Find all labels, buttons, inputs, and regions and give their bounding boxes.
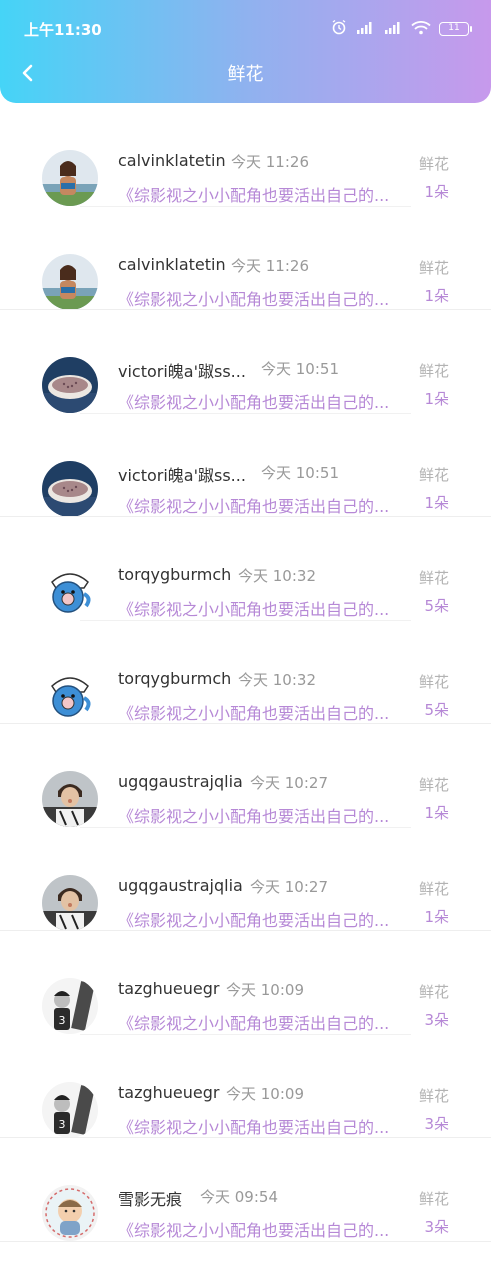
- list-item[interactable]: calvinklatetin 今天 11:26 《综影视之小小配角也要活出自己的..…: [0, 103, 491, 207]
- username: 雪影无痕: [118, 1190, 183, 1209]
- gift-type: 鲜花: [418, 672, 449, 691]
- timestamp: 今天 10:32: [238, 567, 316, 585]
- timestamp: 今天 10:27: [250, 877, 328, 896]
- avatar[interactable]: [42, 667, 98, 724]
- gift-count: 1朵: [424, 183, 449, 201]
- list-item[interactable]: ugqgaustrajqlia 今天 10:27 《综影视之小小配角也要活出自己的.…: [0, 724, 491, 828]
- status-time: 上午11:30: [24, 21, 102, 39]
- gift-type: 鲜花: [418, 465, 449, 484]
- username: victori魄a'踧ss...: [118, 362, 246, 381]
- timestamp: 今天 10:09: [226, 1084, 304, 1103]
- avatar[interactable]: [42, 874, 98, 931]
- page-title: 鲜花: [227, 64, 264, 85]
- signal-2-icon: [383, 20, 403, 39]
- timestamp: 今天 10:09: [226, 981, 304, 999]
- timestamp: 今天 10:32: [238, 670, 316, 689]
- username: ugqgaustrajqlia: [118, 875, 243, 895]
- avatar[interactable]: [42, 357, 98, 413]
- book-title-link[interactable]: 《综影视之小小配角也要活出自己的...: [118, 1217, 410, 1241]
- book-title-link[interactable]: 《综影视之小小配角也要活出自己的...: [118, 700, 410, 724]
- gift-count: 3朵: [424, 1218, 449, 1236]
- book-title-link[interactable]: 《综影视之小小配角也要活出自己的...: [118, 182, 410, 206]
- avatar[interactable]: [42, 150, 98, 206]
- gift-type: 鲜花: [418, 362, 449, 380]
- timestamp: 今天 11:26: [231, 256, 309, 275]
- gift-count: 1朵: [424, 907, 449, 926]
- avatar[interactable]: [42, 1185, 98, 1241]
- username: calvinklatetin: [118, 254, 226, 274]
- gift-type: 鲜花: [418, 776, 449, 794]
- gift-count: 1朵: [424, 286, 449, 305]
- avatar[interactable]: [42, 564, 98, 620]
- battery-icon: 11: [439, 22, 472, 36]
- book-title-link[interactable]: 《综影视之小小配角也要活出自己的...: [118, 389, 410, 413]
- list-item[interactable]: 3 tazghueuegr 今天 10:09 《综影视之小小配角也要活出自己的... 鲜…: [0, 931, 491, 1035]
- list-item[interactable]: victori魄a'踧ss... 今天 10:51 《综影视之小小配角也要活出自己的…: [0, 310, 491, 414]
- gift-count: 1朵: [424, 390, 449, 408]
- gift-count: 5朵: [424, 597, 449, 615]
- gift-count: 5朵: [424, 700, 449, 719]
- username: torqygburmch: [118, 565, 232, 584]
- gift-count: 1朵: [424, 804, 449, 822]
- list-item[interactable]: ugqgaustrajqlia 今天 10:27 《综影视之小小配角也要活出自己的.…: [0, 828, 491, 932]
- list-item[interactable]: victori魄a'踧ss... 今天 10:51 《综影视之小小配角也要活出自己的…: [0, 414, 491, 518]
- avatar[interactable]: 3: [42, 978, 98, 1034]
- gift-type: 鲜花: [418, 983, 449, 1001]
- gift-record-list: calvinklatetin 今天 11:26 《综影视之小小配角也要活出自己的..…: [0, 103, 491, 1242]
- svg-text:3: 3: [59, 1014, 66, 1027]
- gift-type: 鲜花: [418, 1086, 449, 1105]
- gift-count: 3朵: [424, 1114, 449, 1133]
- book-title-link[interactable]: 《综影视之小小配角也要活出自己的...: [118, 1010, 410, 1034]
- username: torqygburmch: [118, 668, 232, 688]
- avatar[interactable]: [42, 253, 98, 310]
- avatar[interactable]: [42, 771, 98, 827]
- avatar[interactable]: [42, 460, 98, 517]
- timestamp: 今天 11:26: [231, 153, 309, 171]
- list-item[interactable]: torqygburmch 今天 10:32 《综影视之小小配角也要活出自己的... 鲜…: [0, 621, 491, 725]
- svg-text:3: 3: [59, 1118, 66, 1131]
- gift-type: 鲜花: [418, 879, 449, 898]
- gift-count: 1朵: [424, 493, 449, 512]
- book-title-link[interactable]: 《综影视之小小配角也要活出自己的...: [118, 286, 410, 310]
- username: tazghueuegr: [118, 1082, 220, 1102]
- username: tazghueuegr: [118, 979, 220, 998]
- gift-type: 鲜花: [418, 155, 449, 173]
- timestamp: 今天 10:27: [250, 774, 328, 792]
- timestamp: 今天 10:51: [261, 360, 339, 378]
- username: ugqgaustrajqlia: [118, 772, 243, 791]
- alarm-icon: [331, 19, 347, 39]
- list-item[interactable]: 3 tazghueuegr 今天 10:09 《综影视之小小配角也要活出自己的... 鲜…: [0, 1035, 491, 1139]
- signal-icon: [355, 20, 375, 39]
- status-bar: 上午11:30 11: [0, 0, 491, 42]
- book-title-link[interactable]: 《综影视之小小配角也要活出自己的...: [118, 803, 410, 827]
- wifi-icon: [411, 20, 431, 39]
- header: 上午11:30 11 鲜花: [0, 0, 491, 103]
- book-title-link[interactable]: 《综影视之小小配角也要活出自己的...: [118, 907, 410, 931]
- username: calvinklatetin: [118, 151, 226, 170]
- list-item[interactable]: calvinklatetin 今天 11:26 《综影视之小小配角也要活出自己的..…: [0, 207, 491, 311]
- avatar[interactable]: 3: [42, 1081, 98, 1138]
- book-title-link[interactable]: 《综影视之小小配角也要活出自己的...: [118, 596, 410, 620]
- gift-type: 鲜花: [418, 258, 449, 277]
- gift-count: 3朵: [424, 1011, 449, 1029]
- gift-type: 鲜花: [418, 1190, 449, 1208]
- book-title-link[interactable]: 《综影视之小小配角也要活出自己的...: [118, 493, 410, 517]
- timestamp: 今天 09:54: [200, 1188, 278, 1206]
- timestamp: 今天 10:51: [261, 463, 339, 482]
- list-item[interactable]: torqygburmch 今天 10:32 《综影视之小小配角也要活出自己的... 鲜…: [0, 517, 491, 621]
- gift-type: 鲜花: [418, 569, 449, 587]
- status-icons: 11: [331, 19, 472, 39]
- list-item[interactable]: 雪影无痕 今天 09:54 《综影视之小小配角也要活出自己的... 鲜花 3朵: [0, 1138, 491, 1242]
- username: victori魄a'踧ss...: [118, 465, 246, 485]
- book-title-link[interactable]: 《综影视之小小配角也要活出自己的...: [118, 1114, 410, 1138]
